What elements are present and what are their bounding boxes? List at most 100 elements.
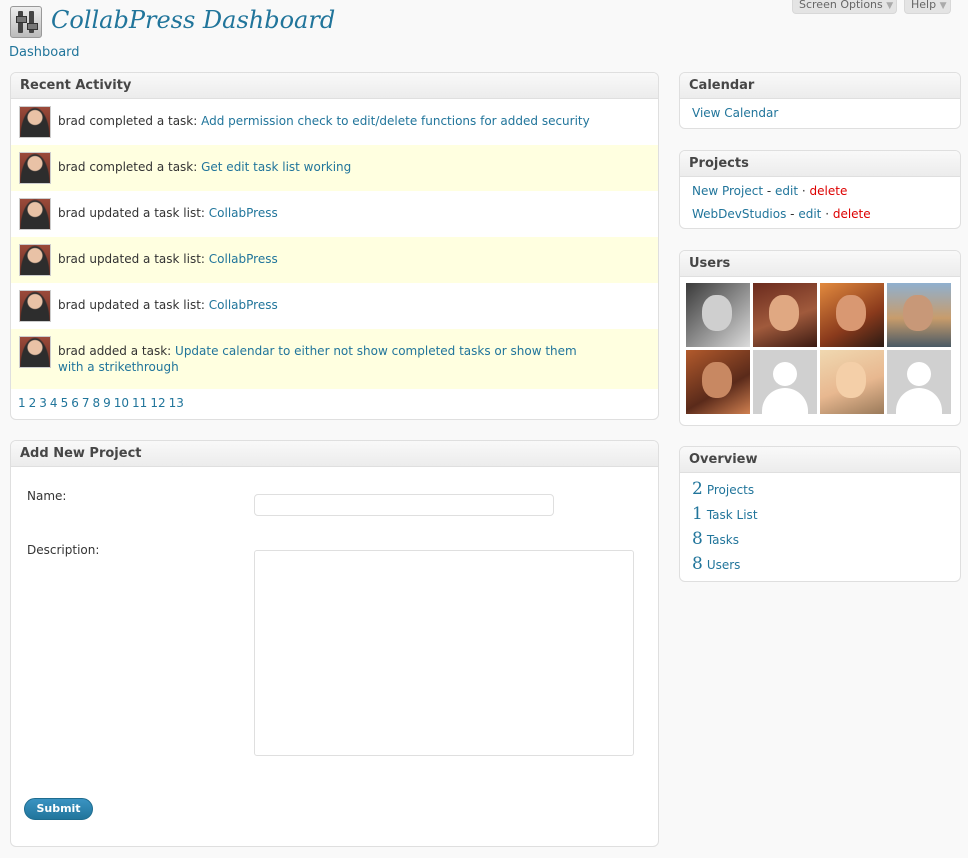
delete-project-link[interactable]: delete bbox=[833, 207, 871, 221]
overview-row[interactable]: 8 Users bbox=[692, 554, 740, 574]
activity-row: brad updated a task list: CollabPress bbox=[11, 237, 658, 283]
project-description-input[interactable] bbox=[254, 550, 634, 756]
user-avatar[interactable] bbox=[686, 350, 750, 414]
user-avatar[interactable] bbox=[820, 350, 884, 414]
user-avatar bbox=[19, 152, 51, 184]
help-label: Help bbox=[911, 0, 937, 11]
default-avatar-icon[interactable] bbox=[887, 350, 951, 418]
page-link[interactable]: 5 bbox=[61, 396, 69, 410]
panel-title: Projects bbox=[680, 151, 960, 177]
user-avatar bbox=[19, 336, 51, 368]
breadcrumb-dashboard[interactable]: Dashboard bbox=[9, 45, 80, 60]
page-link[interactable]: 11 bbox=[132, 396, 147, 410]
name-label: Name: bbox=[27, 489, 67, 503]
edit-project-link[interactable]: edit bbox=[798, 207, 821, 221]
user-avatar[interactable] bbox=[686, 283, 750, 347]
project-name-input[interactable] bbox=[254, 494, 554, 516]
activity-text: brad updated a task list: CollabPress bbox=[58, 205, 598, 221]
panel-title: Calendar bbox=[680, 73, 960, 99]
overview-label: Task List bbox=[706, 508, 758, 522]
overview-row[interactable]: 8 Tasks bbox=[692, 529, 739, 549]
separator: - bbox=[786, 207, 799, 221]
overview-count: 2 bbox=[692, 479, 703, 499]
page-link[interactable]: 4 bbox=[50, 396, 58, 410]
recent-activity-panel: Recent Activity brad completed a task: A… bbox=[10, 72, 659, 420]
overview-label: Users bbox=[706, 558, 741, 572]
page-link[interactable]: 1 bbox=[18, 396, 26, 410]
page-link[interactable]: 10 bbox=[114, 396, 129, 410]
activity-link[interactable]: Get edit task list working bbox=[201, 160, 351, 174]
activity-link[interactable]: CollabPress bbox=[209, 298, 278, 312]
overview-row[interactable]: 2 Projects bbox=[692, 479, 754, 499]
pagination: 1 2 3 4 5 6 7 8 9 10 11 12 13 bbox=[18, 396, 187, 410]
activity-text: brad completed a task: Add permission ch… bbox=[58, 113, 598, 129]
activity-description: brad updated a task list: bbox=[58, 206, 209, 220]
project-row: New Project - edit · delete bbox=[692, 184, 847, 198]
panel-title: Add New Project bbox=[11, 441, 658, 467]
calendar-panel: Calendar View Calendar bbox=[679, 72, 961, 129]
page-link[interactable]: 8 bbox=[92, 396, 100, 410]
separator: - bbox=[763, 184, 776, 198]
activity-description: brad completed a task: bbox=[58, 114, 202, 128]
project-link[interactable]: WebDevStudios bbox=[692, 207, 786, 221]
submit-button[interactable]: Submit bbox=[24, 798, 93, 820]
user-avatar bbox=[19, 106, 51, 138]
activity-text: brad completed a task: Get edit task lis… bbox=[58, 159, 598, 175]
overview-label: Projects bbox=[706, 483, 755, 497]
overview-count: 8 bbox=[692, 529, 703, 549]
edit-project-link[interactable]: edit bbox=[775, 184, 798, 198]
activity-link[interactable]: CollabPress bbox=[209, 252, 278, 266]
chevron-down-icon: ▼ bbox=[886, 1, 894, 11]
chevron-down-icon: ▼ bbox=[939, 1, 947, 11]
project-link[interactable]: New Project bbox=[692, 184, 763, 198]
overview-count: 8 bbox=[692, 554, 703, 574]
description-label: Description: bbox=[27, 543, 100, 557]
page-link[interactable]: 12 bbox=[150, 396, 165, 410]
user-avatar[interactable] bbox=[820, 283, 884, 347]
user-avatar[interactable] bbox=[753, 283, 817, 347]
activity-description: brad updated a task list: bbox=[58, 298, 209, 312]
page-link[interactable]: 9 bbox=[103, 396, 111, 410]
default-avatar-icon[interactable] bbox=[753, 350, 817, 418]
page-link[interactable]: 6 bbox=[71, 396, 79, 410]
panel-title: Overview bbox=[680, 447, 960, 473]
panel-title: Recent Activity bbox=[11, 73, 658, 99]
activity-row: brad added a task: Update calendar to ei… bbox=[11, 329, 658, 389]
separator: · bbox=[798, 184, 810, 198]
activity-description: brad completed a task: bbox=[58, 160, 202, 174]
add-project-panel: Add New Project Name: Description: Submi… bbox=[10, 440, 659, 847]
overview-row[interactable]: 1 Task List bbox=[692, 504, 758, 524]
page-link[interactable]: 3 bbox=[39, 396, 47, 410]
user-avatar[interactable] bbox=[887, 283, 951, 347]
page-link[interactable]: 7 bbox=[82, 396, 90, 410]
view-calendar-link[interactable]: View Calendar bbox=[692, 106, 778, 120]
help-button[interactable]: Help ▼ bbox=[904, 0, 951, 14]
activity-text: brad added a task: Update calendar to ei… bbox=[58, 343, 598, 375]
activity-row: brad completed a task: Add permission ch… bbox=[11, 99, 658, 145]
overview-label: Tasks bbox=[706, 533, 739, 547]
activity-text: brad updated a task list: CollabPress bbox=[58, 297, 598, 313]
project-row: WebDevStudios - edit · delete bbox=[692, 207, 871, 221]
page-link[interactable]: 13 bbox=[169, 396, 184, 410]
page-title: CollabPress Dashboard bbox=[51, 6, 336, 34]
user-avatar bbox=[19, 244, 51, 276]
activity-link[interactable]: CollabPress bbox=[209, 206, 278, 220]
screen-options-label: Screen Options bbox=[799, 0, 883, 11]
activity-link[interactable]: Add permission check to edit/delete func… bbox=[201, 114, 590, 128]
screen-options-button[interactable]: Screen Options ▼ bbox=[792, 0, 897, 14]
collabpress-logo-icon bbox=[10, 6, 42, 38]
user-avatar bbox=[19, 198, 51, 230]
separator: · bbox=[821, 207, 833, 221]
page-link[interactable]: 2 bbox=[29, 396, 37, 410]
projects-panel: Projects New Project - edit · delete WebD… bbox=[679, 150, 961, 229]
activity-description: brad updated a task list: bbox=[58, 252, 209, 266]
activity-text: brad updated a task list: CollabPress bbox=[58, 251, 598, 267]
activity-row: brad updated a task list: CollabPress bbox=[11, 191, 658, 237]
delete-project-link[interactable]: delete bbox=[810, 184, 848, 198]
activity-row: brad updated a task list: CollabPress bbox=[11, 283, 658, 329]
overview-count: 1 bbox=[692, 504, 703, 524]
activity-row: brad completed a task: Get edit task lis… bbox=[11, 145, 658, 191]
overview-panel: Overview 2 Projects 1 Task List 8 Tasks 8 Users bbox=[679, 446, 961, 582]
panel-title: Users bbox=[680, 251, 960, 277]
activity-description: brad added a task: bbox=[58, 344, 176, 358]
